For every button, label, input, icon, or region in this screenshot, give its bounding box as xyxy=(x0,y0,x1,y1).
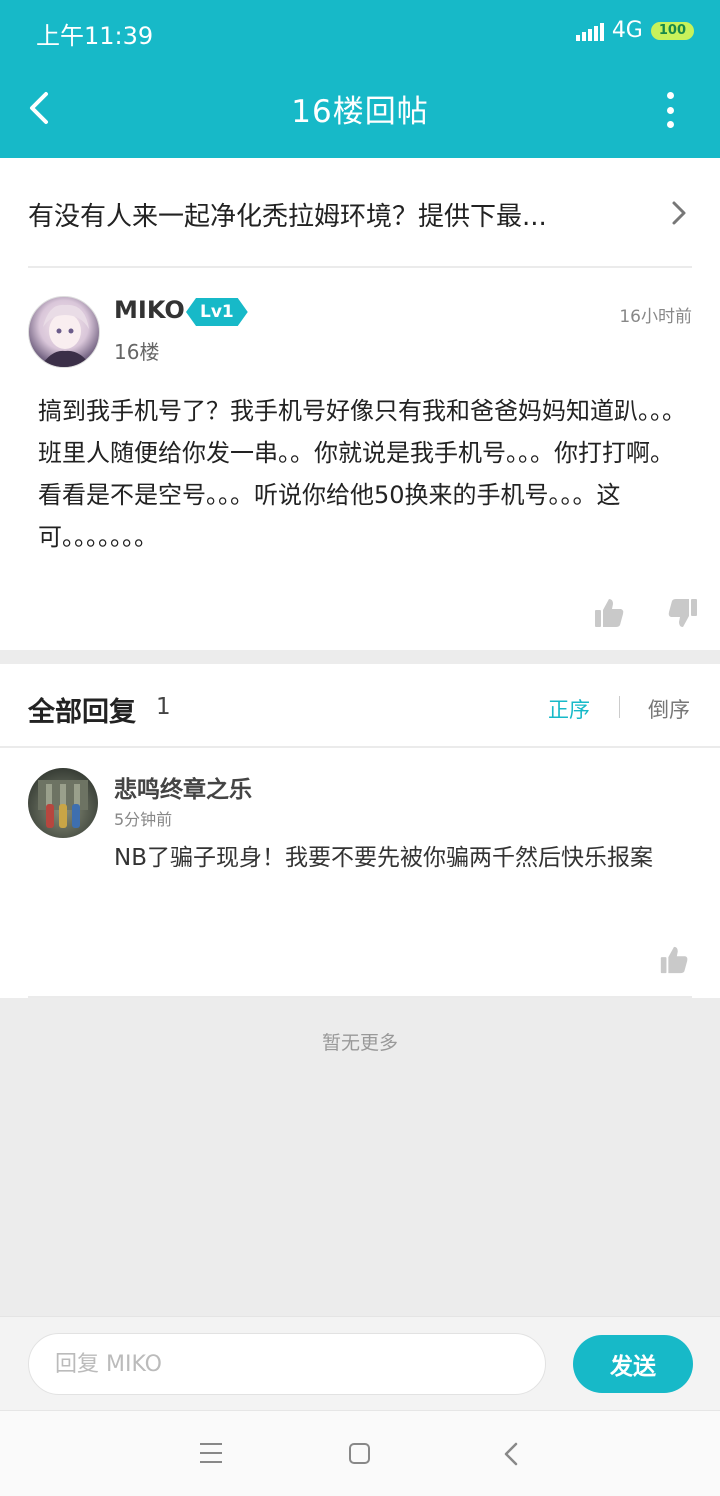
menu-line-icon xyxy=(200,1452,222,1454)
reply-like-button[interactable] xyxy=(658,944,690,976)
avatar[interactable] xyxy=(28,768,98,838)
avatar[interactable] xyxy=(28,296,100,368)
dislike-button[interactable] xyxy=(666,596,700,630)
system-back-button[interactable] xyxy=(500,1441,522,1467)
thread-link[interactable]: 有没有人来一起净化秃拉姆环境？提供下最... xyxy=(28,158,692,268)
reply-input[interactable] xyxy=(28,1333,546,1395)
reply-time: 5分钟前 xyxy=(114,810,173,829)
reply-body: NB了骗子现身！我要不要先被你骗两千然后快乐报案 xyxy=(114,845,653,871)
menu-line-icon xyxy=(200,1443,222,1445)
replies-header: 全部回复 1 正序 倒序 xyxy=(0,664,720,748)
thumbs-up-icon xyxy=(660,946,688,974)
no-more-text: 暂无更多 xyxy=(321,1032,398,1054)
sort-divider xyxy=(619,696,620,718)
author-name[interactable]: MIKO xyxy=(114,296,185,324)
navbar: 16楼回帖 xyxy=(0,62,720,158)
divider xyxy=(28,996,692,998)
send-button[interactable]: 发送 xyxy=(573,1335,693,1393)
chevron-right-icon xyxy=(672,201,686,225)
network-type: 4G xyxy=(611,18,643,43)
replies-title: 全部回复 xyxy=(28,697,136,728)
level-badge: Lv1 xyxy=(186,298,248,326)
battery-icon: 100 xyxy=(650,21,694,40)
like-button[interactable] xyxy=(592,596,626,630)
more-options-button[interactable] xyxy=(658,92,682,128)
thumbs-down-icon xyxy=(668,599,697,627)
sort-ascending-button[interactable]: 正序 xyxy=(548,694,590,724)
chevron-left-icon xyxy=(504,1442,518,1466)
post-card: 有没有人来一起净化秃拉姆环境？提供下最... MIKO Lv1 16楼 16小时… xyxy=(0,158,720,650)
replies-section: 全部回复 1 正序 倒序 悲鸣终章之乐 5分钟前 NB了骗子现身！我要不要先被你… xyxy=(0,664,720,998)
thread-title: 有没有人来一起净化秃拉姆环境？提供下最... xyxy=(28,202,547,232)
reply-author[interactable]: 悲鸣终章之乐 xyxy=(114,770,252,804)
system-navigation-bar xyxy=(0,1410,720,1496)
post-time: 16小时前 xyxy=(619,307,692,327)
status-bar: 上午11:39 4G 100 xyxy=(0,0,720,62)
more-dot-icon xyxy=(666,92,674,99)
recent-apps-button[interactable] xyxy=(200,1443,222,1463)
app-header: 上午11:39 4G 100 16楼回帖 xyxy=(0,0,720,158)
post-body: 搞到我手机号了？我手机号好像只有我和爸爸妈妈知道趴。。。班里人随便给你发一串。。… xyxy=(38,397,686,551)
page-title: 16楼回帖 xyxy=(291,94,429,130)
replies-count: 1 xyxy=(156,694,171,720)
avatar-image xyxy=(38,780,88,828)
reply-composer: 发送 xyxy=(0,1316,720,1410)
floor-number: 16楼 xyxy=(114,340,160,364)
menu-line-icon xyxy=(200,1461,222,1463)
thumbs-up-icon xyxy=(595,599,624,627)
home-button[interactable] xyxy=(349,1443,370,1464)
status-time: 上午11:39 xyxy=(36,22,154,50)
sort-descending-button[interactable]: 倒序 xyxy=(648,694,690,724)
more-dot-icon xyxy=(666,121,674,128)
signal-icon xyxy=(575,21,604,41)
status-indicators: 4G 100 xyxy=(575,18,694,43)
more-dot-icon xyxy=(666,106,674,114)
avatar-image xyxy=(40,304,92,367)
